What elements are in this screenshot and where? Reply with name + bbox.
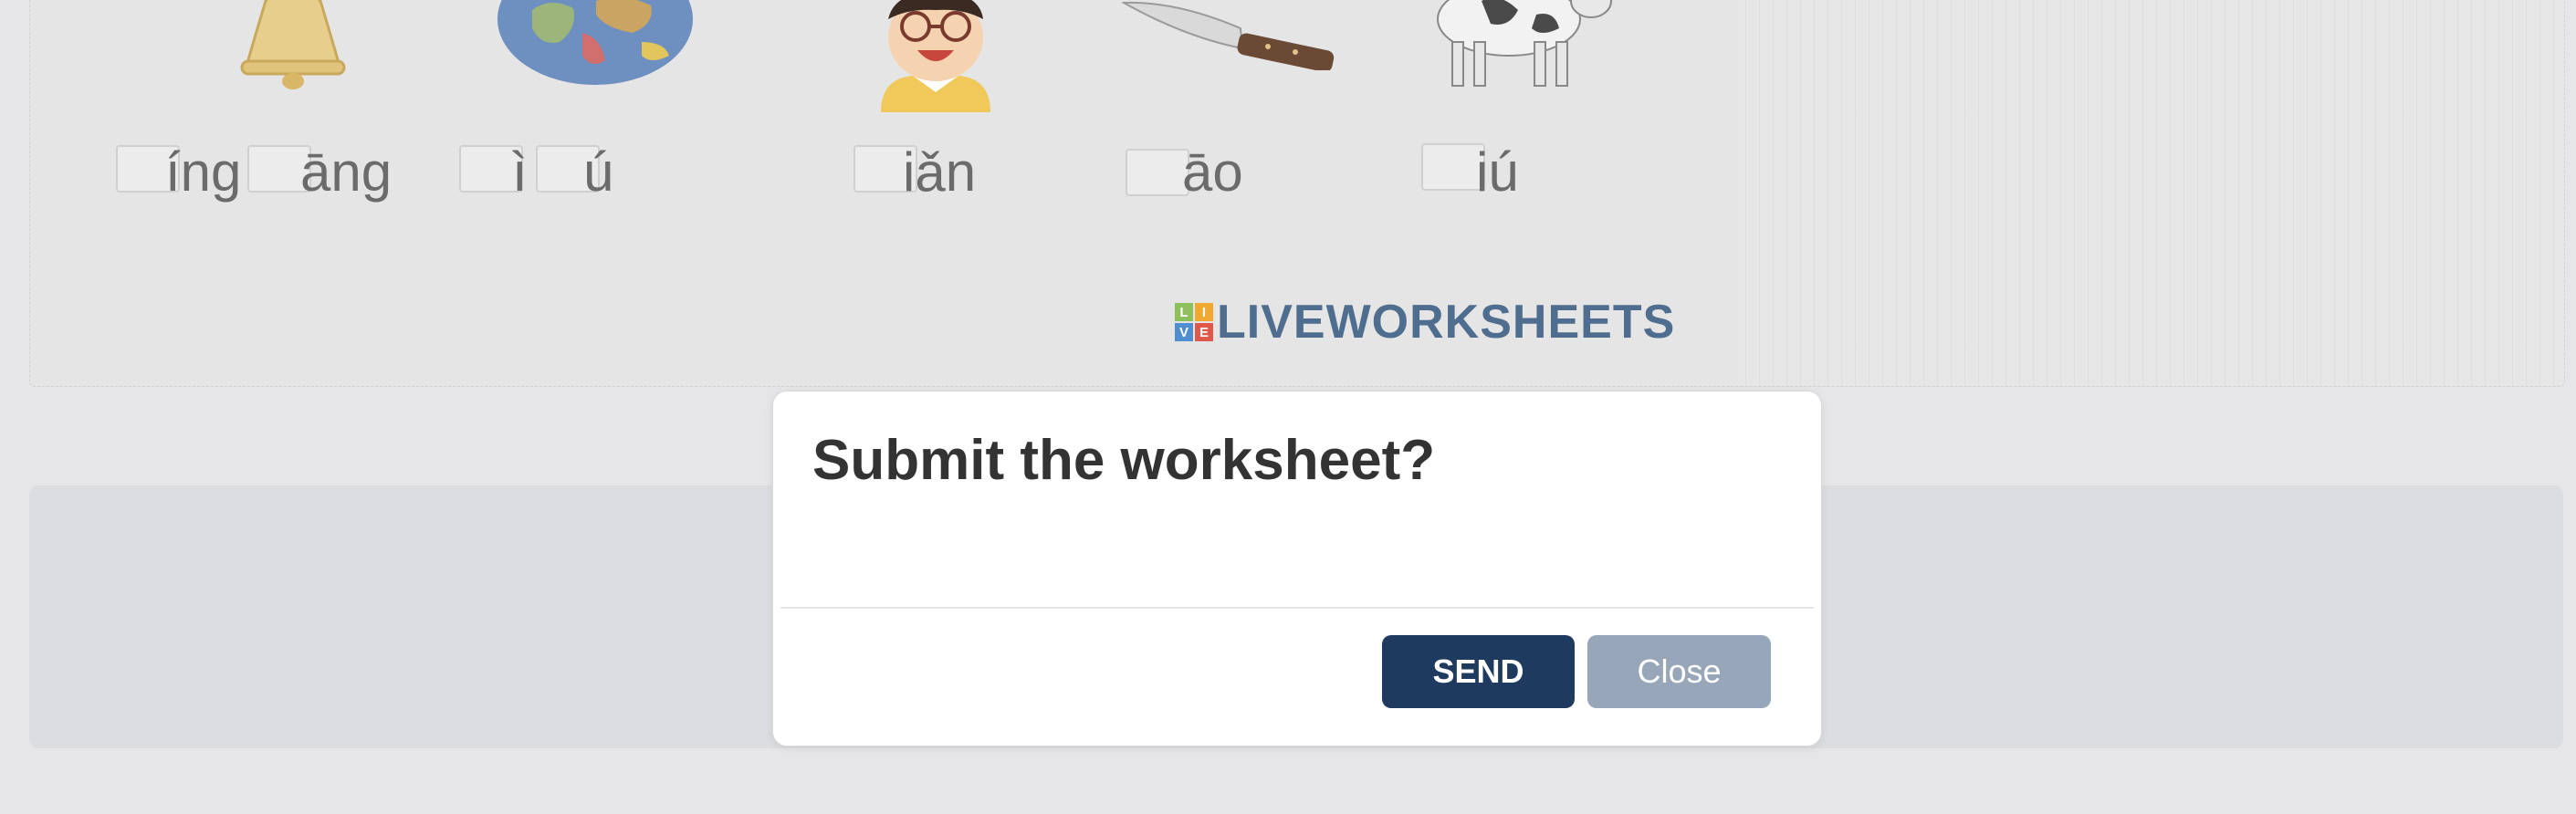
- submit-dialog: Submit the worksheet? SEND Close: [772, 391, 1822, 746]
- syllable-globe-2: ú: [583, 141, 614, 203]
- logo-letter-e: E: [1195, 323, 1213, 341]
- boy-glasses-picture: [881, 0, 990, 112]
- logo-letter-v: V: [1175, 323, 1193, 341]
- close-button[interactable]: Close: [1587, 635, 1771, 708]
- worksheet-area: íng āng ì ú iǎn āo iú L I V E LIVEWORKSH…: [29, 0, 2565, 387]
- dialog-divider: [780, 607, 1814, 609]
- bell-picture: [240, 0, 346, 89]
- syllable-knife: āo: [1182, 141, 1243, 203]
- worksheet-grid-background: [1733, 0, 2564, 386]
- syllable-bell-1: íng: [165, 141, 242, 203]
- dialog-title: Submit the worksheet?: [812, 429, 1436, 492]
- syllable-boy: iǎn: [903, 141, 977, 203]
- answer-box-knife[interactable]: [1126, 149, 1189, 196]
- logo-icon: L I V E: [1175, 303, 1213, 341]
- send-button[interactable]: SEND: [1382, 635, 1575, 708]
- logo-text: LIVEWORKSHEETS: [1217, 296, 1676, 349]
- knife-picture: [1122, 1, 1335, 70]
- logo-letter-l: L: [1175, 303, 1193, 321]
- liveworksheets-logo: L I V E LIVEWORKSHEETS: [1175, 295, 1675, 350]
- syllable-bell-2: āng: [300, 141, 393, 203]
- syllable-globe-1: ì: [512, 141, 528, 203]
- globe-picture: [497, 0, 693, 85]
- cow-picture: [1437, 0, 1612, 87]
- logo-letter-i: I: [1195, 303, 1213, 321]
- syllable-cow: iú: [1476, 141, 1519, 203]
